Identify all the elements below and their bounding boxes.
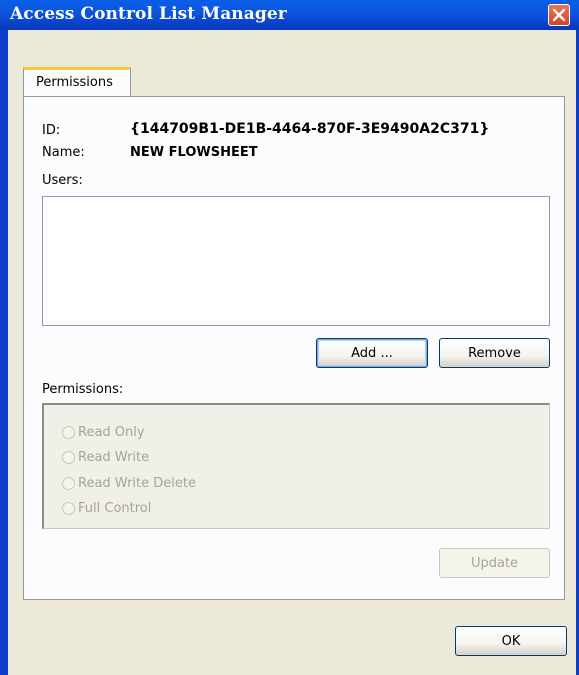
add-user-button[interactable]: Add ... [316, 338, 428, 368]
name-value: NEW FLOWSHEET [130, 145, 258, 160]
id-label: ID: [42, 123, 61, 138]
radio-read-write[interactable]: Read Write [62, 447, 149, 467]
radio-button[interactable] [62, 450, 75, 464]
radio-read-only[interactable]: Read Only [62, 422, 145, 442]
radio-read-write-label: Read Write [78, 449, 150, 465]
update-button[interactable]: Update [439, 548, 550, 578]
id-value: {144709B1-DE1B-4464-870F-3E9490A2C371} [130, 121, 490, 137]
radio-read-write-delete[interactable]: Read Write Delete [62, 473, 196, 493]
title-bar[interactable]: Access Control List Manager [0, 0, 579, 30]
users-list[interactable] [42, 196, 550, 326]
window-title: Access Control List Manager [10, 4, 287, 24]
remove-user-button[interactable]: Remove [439, 338, 550, 368]
name-label: Name: [42, 145, 85, 160]
users-label: Users: [42, 173, 83, 188]
radio-read-write-delete-label: Read Write Delete [78, 475, 196, 491]
close-icon [552, 8, 566, 22]
dialog-window: Access Control List Manager Permissions … [0, 0, 579, 675]
close-button[interactable] [548, 4, 570, 26]
radio-button[interactable] [62, 476, 75, 490]
permissions-label: Permissions: [42, 382, 124, 397]
tab-permissions-label: Permissions [36, 75, 113, 90]
tab-permissions[interactable]: Permissions [23, 67, 131, 97]
ok-button[interactable]: OK [455, 626, 567, 656]
radio-button[interactable] [62, 425, 75, 439]
radio-full-control-label: Full Control [78, 500, 152, 516]
radio-read-only-label: Read Only [78, 424, 145, 440]
radio-button[interactable] [62, 501, 75, 515]
radio-full-control[interactable]: Full Control [62, 498, 151, 518]
